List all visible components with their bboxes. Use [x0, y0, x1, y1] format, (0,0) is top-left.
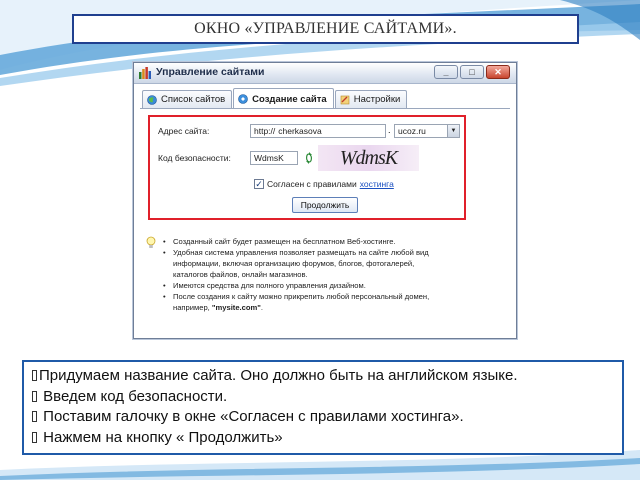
globe-icon — [147, 94, 157, 105]
address-label: Адрес сайта: — [158, 126, 210, 136]
window-titlebar: Управление сайтами _ □ ✕ — [134, 63, 516, 84]
maximize-button[interactable]: □ — [460, 65, 484, 79]
info-item: Созданный сайт будет размещен на бесплат… — [158, 236, 503, 247]
bullet-box-icon — [32, 431, 37, 443]
info-item-continuation: информации, включая организацию форумов,… — [173, 259, 415, 268]
tab-site-list[interactable]: Список сайтов — [142, 90, 233, 108]
instructions-box: Придумаем название сайта. Оно должно быт… — [22, 360, 624, 455]
domain-separator: . — [388, 125, 391, 135]
tab-label: Создание сайта — [252, 93, 327, 105]
lightbulb-icon — [146, 236, 156, 248]
security-code-input[interactable]: WdmsK — [250, 151, 298, 165]
minimize-button[interactable]: _ — [434, 65, 458, 79]
example-end: . — [260, 303, 264, 312]
instruction-item: Введем код безопасности. — [32, 387, 614, 408]
instruction-text: Нажмем на кнопку « Продолжить» — [39, 428, 283, 446]
site-manager-window: Управление сайтами _ □ ✕ Список сайтов С… — [133, 62, 517, 339]
instruction-item: Нажмем на кнопку « Продолжить» — [32, 428, 614, 449]
tab-create-site[interactable]: Создание сайта — [233, 88, 334, 109]
site-address-input[interactable]: http:// cherkasova — [250, 124, 386, 138]
create-site-icon — [238, 94, 248, 104]
example-domain: "mysite.com" — [211, 303, 261, 312]
settings-icon — [340, 95, 350, 104]
domain-value: ucoz.ru — [398, 126, 426, 136]
instruction-text: Придумаем название сайта. Оно должно быт… — [39, 367, 518, 384]
security-code-label: Код безопасности: — [158, 153, 231, 163]
agree-label: Согласен с правилами — [267, 179, 357, 189]
tab-label: Настройки — [353, 94, 401, 105]
info-item: После создания к сайту можно прикрепить … — [158, 291, 503, 302]
continue-button[interactable]: Продолжить — [292, 197, 358, 213]
hosting-rules-link[interactable]: хостинга — [360, 179, 394, 189]
bullet-box-icon — [32, 390, 37, 402]
bullet-box-icon — [32, 411, 37, 422]
chevron-down-icon[interactable]: ▼ — [447, 125, 459, 137]
window-title: Управление сайтами — [156, 66, 265, 78]
info-item: Имеются средства для полного управления … — [158, 280, 503, 291]
instruction-text: Введем код безопасности. — [39, 387, 228, 405]
app-icon — [139, 67, 151, 79]
captcha-image: WdmsK — [318, 145, 419, 171]
tab-label: Список сайтов — [161, 94, 226, 105]
slide-title: ОКНО «УПРАВЛЕНИЕ САЙТАМИ». — [72, 14, 579, 44]
instruction-item: Придумаем название сайта. Оно должно быт… — [32, 366, 614, 387]
site-name-value: cherkasova — [278, 126, 322, 136]
instruction-text: Поставим галочку в окне «Согласен с прав… — [39, 408, 464, 425]
agree-checkbox[interactable]: ✓ — [254, 179, 264, 189]
info-item-continuation: каталогов файлов, онлайн магазинов. — [173, 270, 308, 279]
refresh-captcha-icon[interactable] — [304, 151, 314, 165]
info-item: Удобная система управления позволяет раз… — [158, 247, 503, 258]
domain-select[interactable]: ucoz.ru ▼ — [394, 124, 460, 138]
url-prefix: http:// — [254, 126, 276, 136]
info-list: Созданный сайт будет размещен на бесплат… — [158, 236, 503, 313]
create-site-form: Адрес сайта: http:// cherkasova . ucoz.r… — [148, 115, 466, 220]
close-button[interactable]: ✕ — [486, 65, 510, 79]
bullet-box-icon — [32, 370, 37, 381]
tab-settings[interactable]: Настройки — [334, 90, 408, 108]
example-prefix: например, — [173, 303, 212, 312]
agree-checkbox-row[interactable]: ✓ Согласен с правилами хостинга — [254, 179, 394, 189]
window-controls: _ □ ✕ — [434, 65, 510, 79]
tab-bar: Список сайтов Создание сайта Настройки — [142, 88, 408, 109]
instruction-item: Поставим галочку в окне «Согласен с прав… — [32, 407, 614, 428]
info-item-example: например, "mysite.com". — [158, 302, 503, 313]
